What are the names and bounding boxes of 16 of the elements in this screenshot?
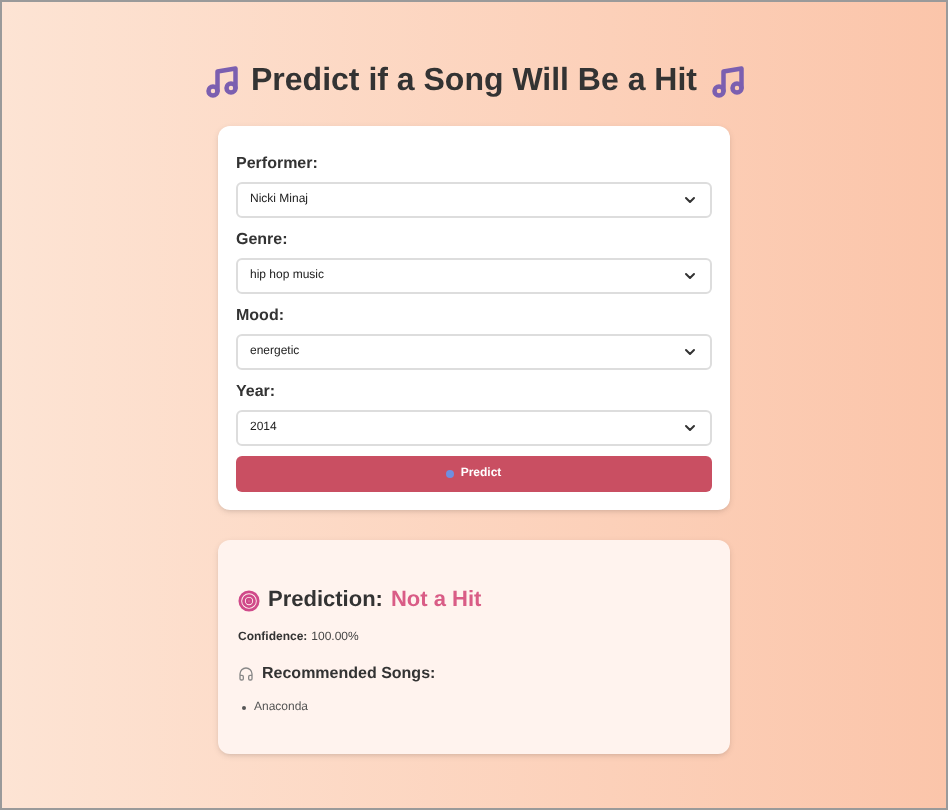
headphones-icon [238, 665, 254, 681]
chevron-icon [682, 344, 698, 360]
chevron-icon [682, 192, 698, 208]
chevron-icon [682, 420, 698, 436]
recommended-heading: Recommended Songs: [262, 661, 436, 685]
field-label: Performer: [236, 152, 320, 176]
music-note-icon [203, 64, 239, 100]
target-icon [238, 589, 260, 612]
music-note-icon [709, 64, 745, 100]
field-label: Genre: [236, 228, 290, 252]
field-label: Year: [236, 380, 278, 404]
prediction-heading: Prediction: [268, 586, 383, 616]
chevron-icon [682, 268, 698, 284]
page-title: Predict if a Song Will Be a Hit [251, 62, 697, 102]
prediction-verdict: Not a Hit [390, 586, 482, 616]
field-label: Mood: [236, 304, 286, 328]
